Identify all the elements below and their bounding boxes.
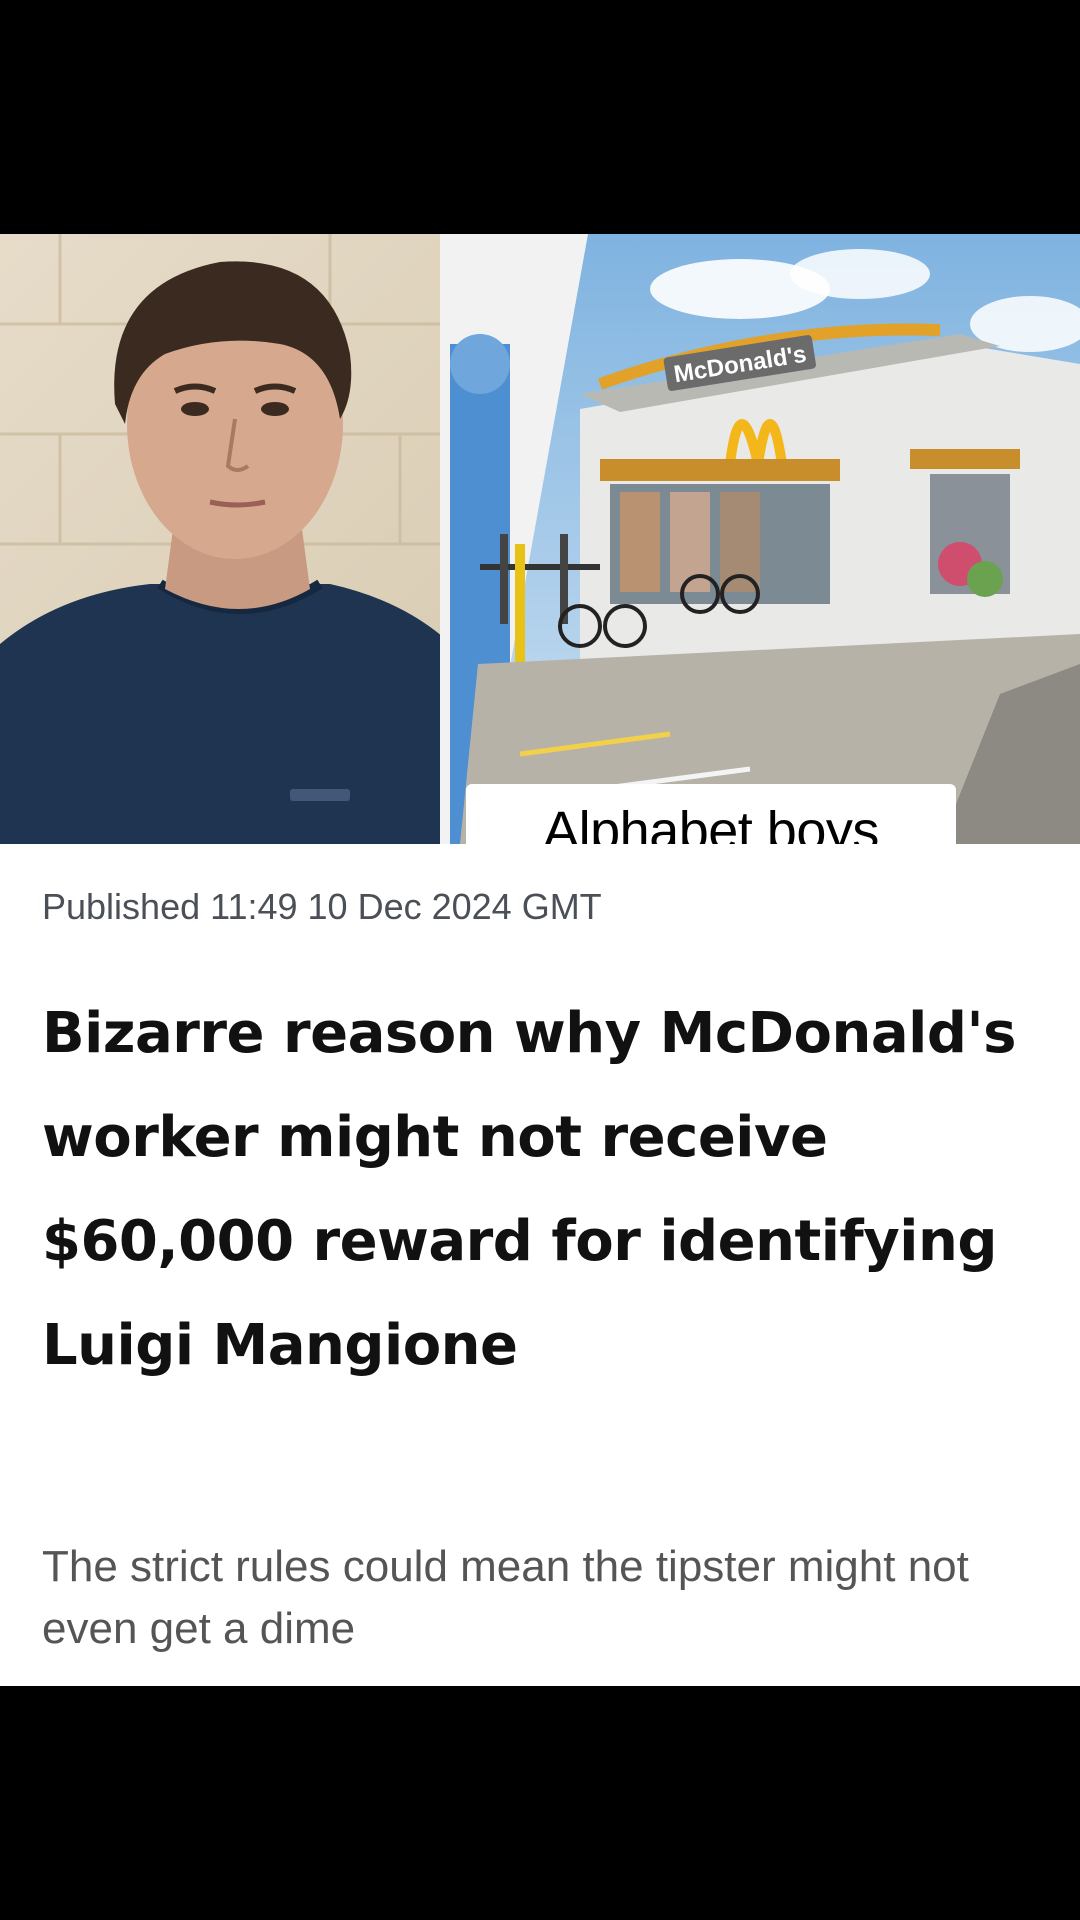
article-standfirst: The strict rules could mean the tipster …	[42, 1542, 969, 1653]
video-frame: McDonald's Alphabet boys Published 11:49…	[0, 0, 1080, 1920]
article-headline[interactable]: Bizarre reason why McDonald's worker mig…	[42, 982, 1042, 1398]
caption-overlay: Alphabet boys	[466, 784, 956, 844]
article-image: McDonald's Alphabet boys	[0, 234, 1080, 844]
restaurant-photo: McDonald's	[440, 234, 1080, 844]
article-card[interactable]: McDonald's Alphabet boys Published 11:49…	[0, 234, 1080, 1686]
caption-text: Alphabet boys	[543, 801, 879, 844]
published-timestamp: Published 11:49 10 Dec 2024 GMT	[42, 886, 602, 927]
